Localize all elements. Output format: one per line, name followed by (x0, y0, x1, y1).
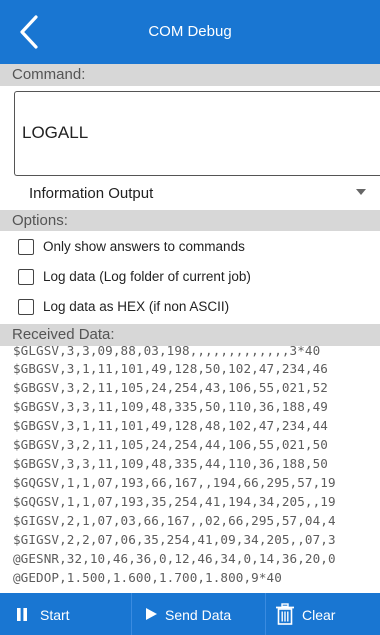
send-data-button[interactable]: Send Data (132, 593, 265, 635)
log-line: $GBGSV,3,1,11,101,49,128,50,102,47,234,4… (13, 361, 328, 376)
option-log-data-label: Log data (Log folder of current job) (43, 269, 251, 284)
send-data-button-label: Send Data (165, 607, 232, 623)
log-line: $GQGSV,1,1,07,193,66,167,,194,66,295,57,… (13, 475, 336, 490)
log-line: $GBGSV,3,2,11,105,24,254,44,106,55,021,5… (13, 437, 328, 452)
output-mode-select[interactable]: Information Output (14, 177, 366, 207)
log-line: $GIGSV,2,2,07,06,35,254,41,09,34,205,,07… (13, 532, 336, 547)
app-header: COM Debug (0, 0, 380, 64)
option-only-answers[interactable]: Only show answers to commands (18, 235, 368, 259)
log-line: @GESNR,32,10,46,36,0,12,46,34,0,14,36,20… (13, 551, 336, 566)
start-button[interactable]: Start (0, 593, 131, 635)
pause-icon (17, 608, 27, 621)
play-icon (146, 608, 157, 620)
log-line: $GBGSV,3,1,11,101,49,128,48,102,47,234,4… (13, 418, 328, 433)
start-button-label: Start (40, 607, 70, 623)
bottom-toolbar: Start Send Data Clear (0, 593, 380, 635)
log-line: @GEDOP,1.500,1.600,1.700,1.800,9*40 (13, 570, 282, 585)
log-line: $GIGSV,2,1,07,03,66,167,,02,66,295,57,04… (13, 513, 336, 528)
log-line: $GBGSV,3,3,11,109,48,335,44,110,36,188,5… (13, 456, 328, 471)
option-log-data[interactable]: Log data (Log folder of current job) (18, 265, 368, 289)
page-title: COM Debug (148, 23, 232, 40)
clear-button-label: Clear (302, 607, 336, 623)
log-line: $GBGSV,3,3,11,109,48,335,50,110,36,188,4… (13, 399, 328, 414)
only-answers-checkbox[interactable] (18, 239, 34, 255)
option-log-hex-label: Log data as HEX (if non ASCII) (43, 299, 230, 314)
log-line: $GLGSV,3,3,09,88,03,198,,,,,,,,,,,,,3*40 (13, 346, 321, 358)
log-line: $GBGSV,3,2,11,105,24,254,43,106,55,021,5… (13, 380, 328, 395)
log-data-checkbox[interactable] (18, 269, 34, 285)
output-mode-value: Information Output (29, 185, 154, 202)
option-log-hex[interactable]: Log data as HEX (if non ASCII) (18, 295, 368, 319)
received-section-label: Received Data: (0, 324, 380, 346)
command-section-label: Command: (0, 64, 380, 86)
options-section-label: Options: (0, 210, 380, 231)
clear-button[interactable]: Clear (266, 593, 380, 635)
command-input-value: LOGALL (22, 123, 89, 142)
log-line: $GQGSV,1,1,07,193,35,254,41,194,34,205,,… (13, 494, 336, 509)
log-hex-checkbox[interactable] (18, 299, 34, 315)
trash-icon (276, 603, 294, 625)
received-data-log[interactable]: $GLGSV,3,3,09,88,03,198,,,,,,,,,,,,,3*40… (0, 346, 380, 592)
option-only-answers-label: Only show answers to commands (43, 239, 245, 254)
dropdown-arrow-icon (356, 189, 366, 195)
